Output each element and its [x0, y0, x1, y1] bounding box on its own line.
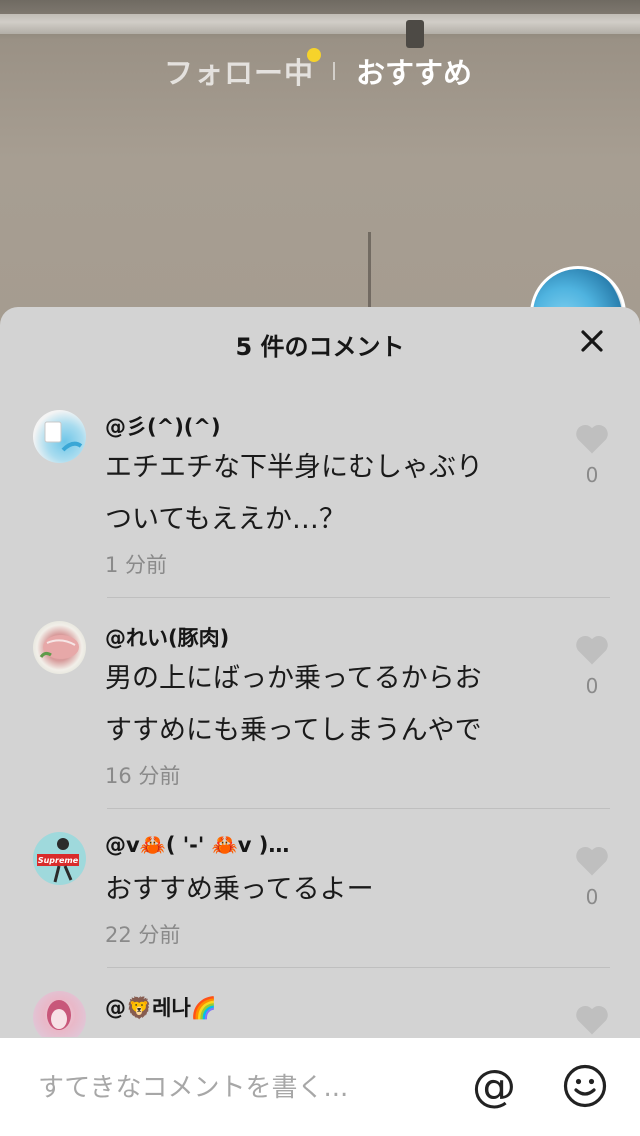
like-count: 0: [585, 463, 599, 487]
avatar[interactable]: [33, 621, 86, 674]
tab-recommended[interactable]: おすすめ: [356, 50, 472, 92]
like-button[interactable]: 0: [572, 632, 612, 698]
divider: [107, 808, 610, 809]
comment-text: おすすめ乗ってるよー: [105, 864, 545, 916]
avatar[interactable]: [33, 991, 86, 1037]
like-count: 0: [585, 674, 599, 698]
svg-text:Supreme: Supreme: [38, 856, 79, 865]
comment-text-line: おすすめ乗ってるよー: [105, 874, 374, 905]
comment-list[interactable]: @彡(^)(^) エチエチな下半身にむしゃぶり ついてもええか…？ 1 分前 0: [0, 387, 640, 1037]
comment-username[interactable]: @彡(^)(^): [105, 411, 221, 441]
comment-username[interactable]: @れい(豚肉): [105, 622, 229, 652]
comment-username[interactable]: @v🦀( '-' 🦀v )…: [105, 833, 289, 858]
tab-divider: [333, 62, 335, 80]
heart-icon: [576, 424, 608, 454]
ceiling-rail: [0, 14, 640, 34]
like-button[interactable]: 0: [572, 421, 612, 487]
heart-icon: [576, 635, 608, 665]
comment-time: 1 分前: [105, 553, 168, 577]
tab-following[interactable]: フォロー中: [164, 50, 314, 92]
at-icon: @: [472, 1061, 516, 1112]
comment-text-line: エチエチな下半身にむしゃぶり: [105, 452, 483, 483]
comment-time: 22 分前: [105, 923, 181, 947]
comment-username[interactable]: @🦁레나🌈: [105, 992, 217, 1022]
ceiling-fixture: [406, 20, 424, 48]
comment-text-line: すすめにも乗ってしまうんやで: [105, 715, 482, 746]
heart-icon: [576, 1005, 608, 1035]
avatar-image: Supreme: [37, 838, 79, 883]
mention-button[interactable]: @: [472, 1062, 516, 1112]
avatar[interactable]: Supreme: [33, 832, 86, 885]
emoji-button[interactable]: [562, 1063, 608, 1109]
like-button[interactable]: 0: [572, 843, 612, 909]
comment-time: 16 分前: [105, 764, 181, 788]
comment-input[interactable]: [36, 1066, 440, 1110]
notification-dot: [307, 48, 321, 62]
comment-input-bar: @: [0, 1038, 640, 1136]
close-button[interactable]: [574, 323, 610, 359]
comments-sheet: 5 件のコメント @彡(^)(^) エチエチな下半身にむしゃぶり ついてもええか…: [0, 307, 640, 1136]
close-icon: [581, 330, 603, 352]
avatar-image: [44, 421, 83, 452]
comment-text: 男の上にばっか乗ってるからお すすめにも乗ってしまうんやで: [105, 653, 545, 757]
comment-text: エチエチな下半身にむしゃぶり ついてもええか…？: [105, 442, 545, 546]
avatar-image: [39, 635, 79, 659]
avatar[interactable]: [33, 410, 86, 463]
divider: [107, 967, 610, 968]
comment-text-line: 男の上にばっか乗ってるからお: [105, 663, 482, 694]
wall-crack: [368, 232, 371, 312]
divider: [107, 597, 610, 598]
feed-tabs: フォロー中 おすすめ: [0, 48, 640, 92]
comment-text-line: ついてもええか…？: [105, 504, 346, 535]
avatar-image: [47, 1000, 71, 1030]
emoji-icon: [563, 1064, 607, 1108]
like-button[interactable]: [572, 1002, 612, 1036]
like-count: 0: [585, 885, 599, 909]
comments-title: 5 件のコメント: [235, 333, 405, 361]
heart-icon: [576, 846, 608, 876]
